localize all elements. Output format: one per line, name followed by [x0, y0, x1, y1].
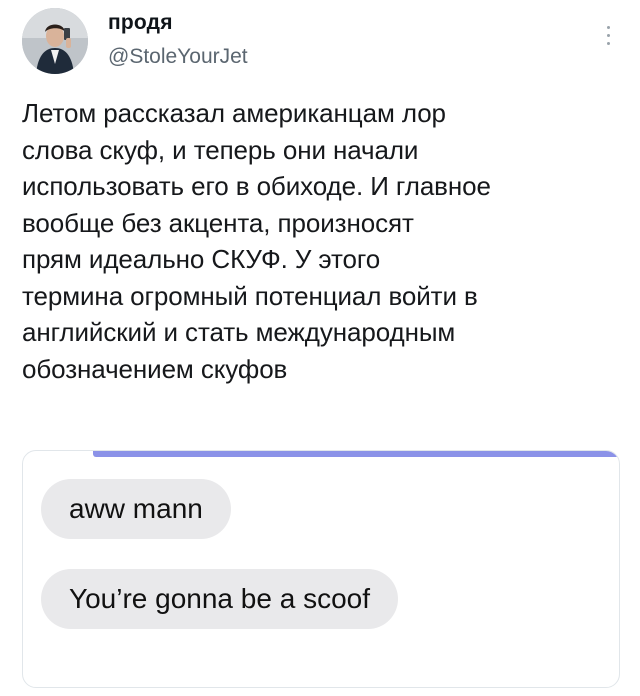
- message-bubble: aww mann: [41, 479, 231, 539]
- avatar[interactable]: [22, 8, 88, 74]
- message-bubble: You’re gonna be a scoof: [41, 569, 398, 629]
- tweet-text: Летом рассказал американцам лор слова ск…: [22, 95, 622, 387]
- user-handle[interactable]: @StoleYourJet: [108, 44, 248, 70]
- author-names: продя @StoleYourJet: [108, 10, 248, 70]
- tweet-line: слова скуф, и теперь они начали: [22, 134, 419, 165]
- tweet-line: прям идеально СКУФ. У этого: [22, 244, 381, 274]
- tweet-line: термина огромный потенциал войти в: [22, 280, 478, 311]
- avatar-photo-icon: [22, 8, 88, 74]
- tweet-line: Летом рассказал американцам лор: [22, 98, 446, 128]
- tweet-line: английский и стать международным: [22, 317, 456, 347]
- tweet-line: вообще без акцента, произносят: [22, 207, 414, 238]
- attached-image[interactable]: aww mann You’re gonna be a scoof: [22, 450, 620, 688]
- tweet-header: продя @StoleYourJet: [22, 8, 618, 78]
- tweet-card: продя @StoleYourJet Летом рассказал амер…: [0, 0, 640, 696]
- tweet-line: использовать его в обиходе. И главное: [22, 171, 491, 201]
- tweet-line: обозначением скуфов: [22, 353, 288, 384]
- more-vertical-icon[interactable]: [604, 26, 612, 50]
- display-name[interactable]: продя: [108, 10, 248, 36]
- accent-bar: [93, 451, 619, 457]
